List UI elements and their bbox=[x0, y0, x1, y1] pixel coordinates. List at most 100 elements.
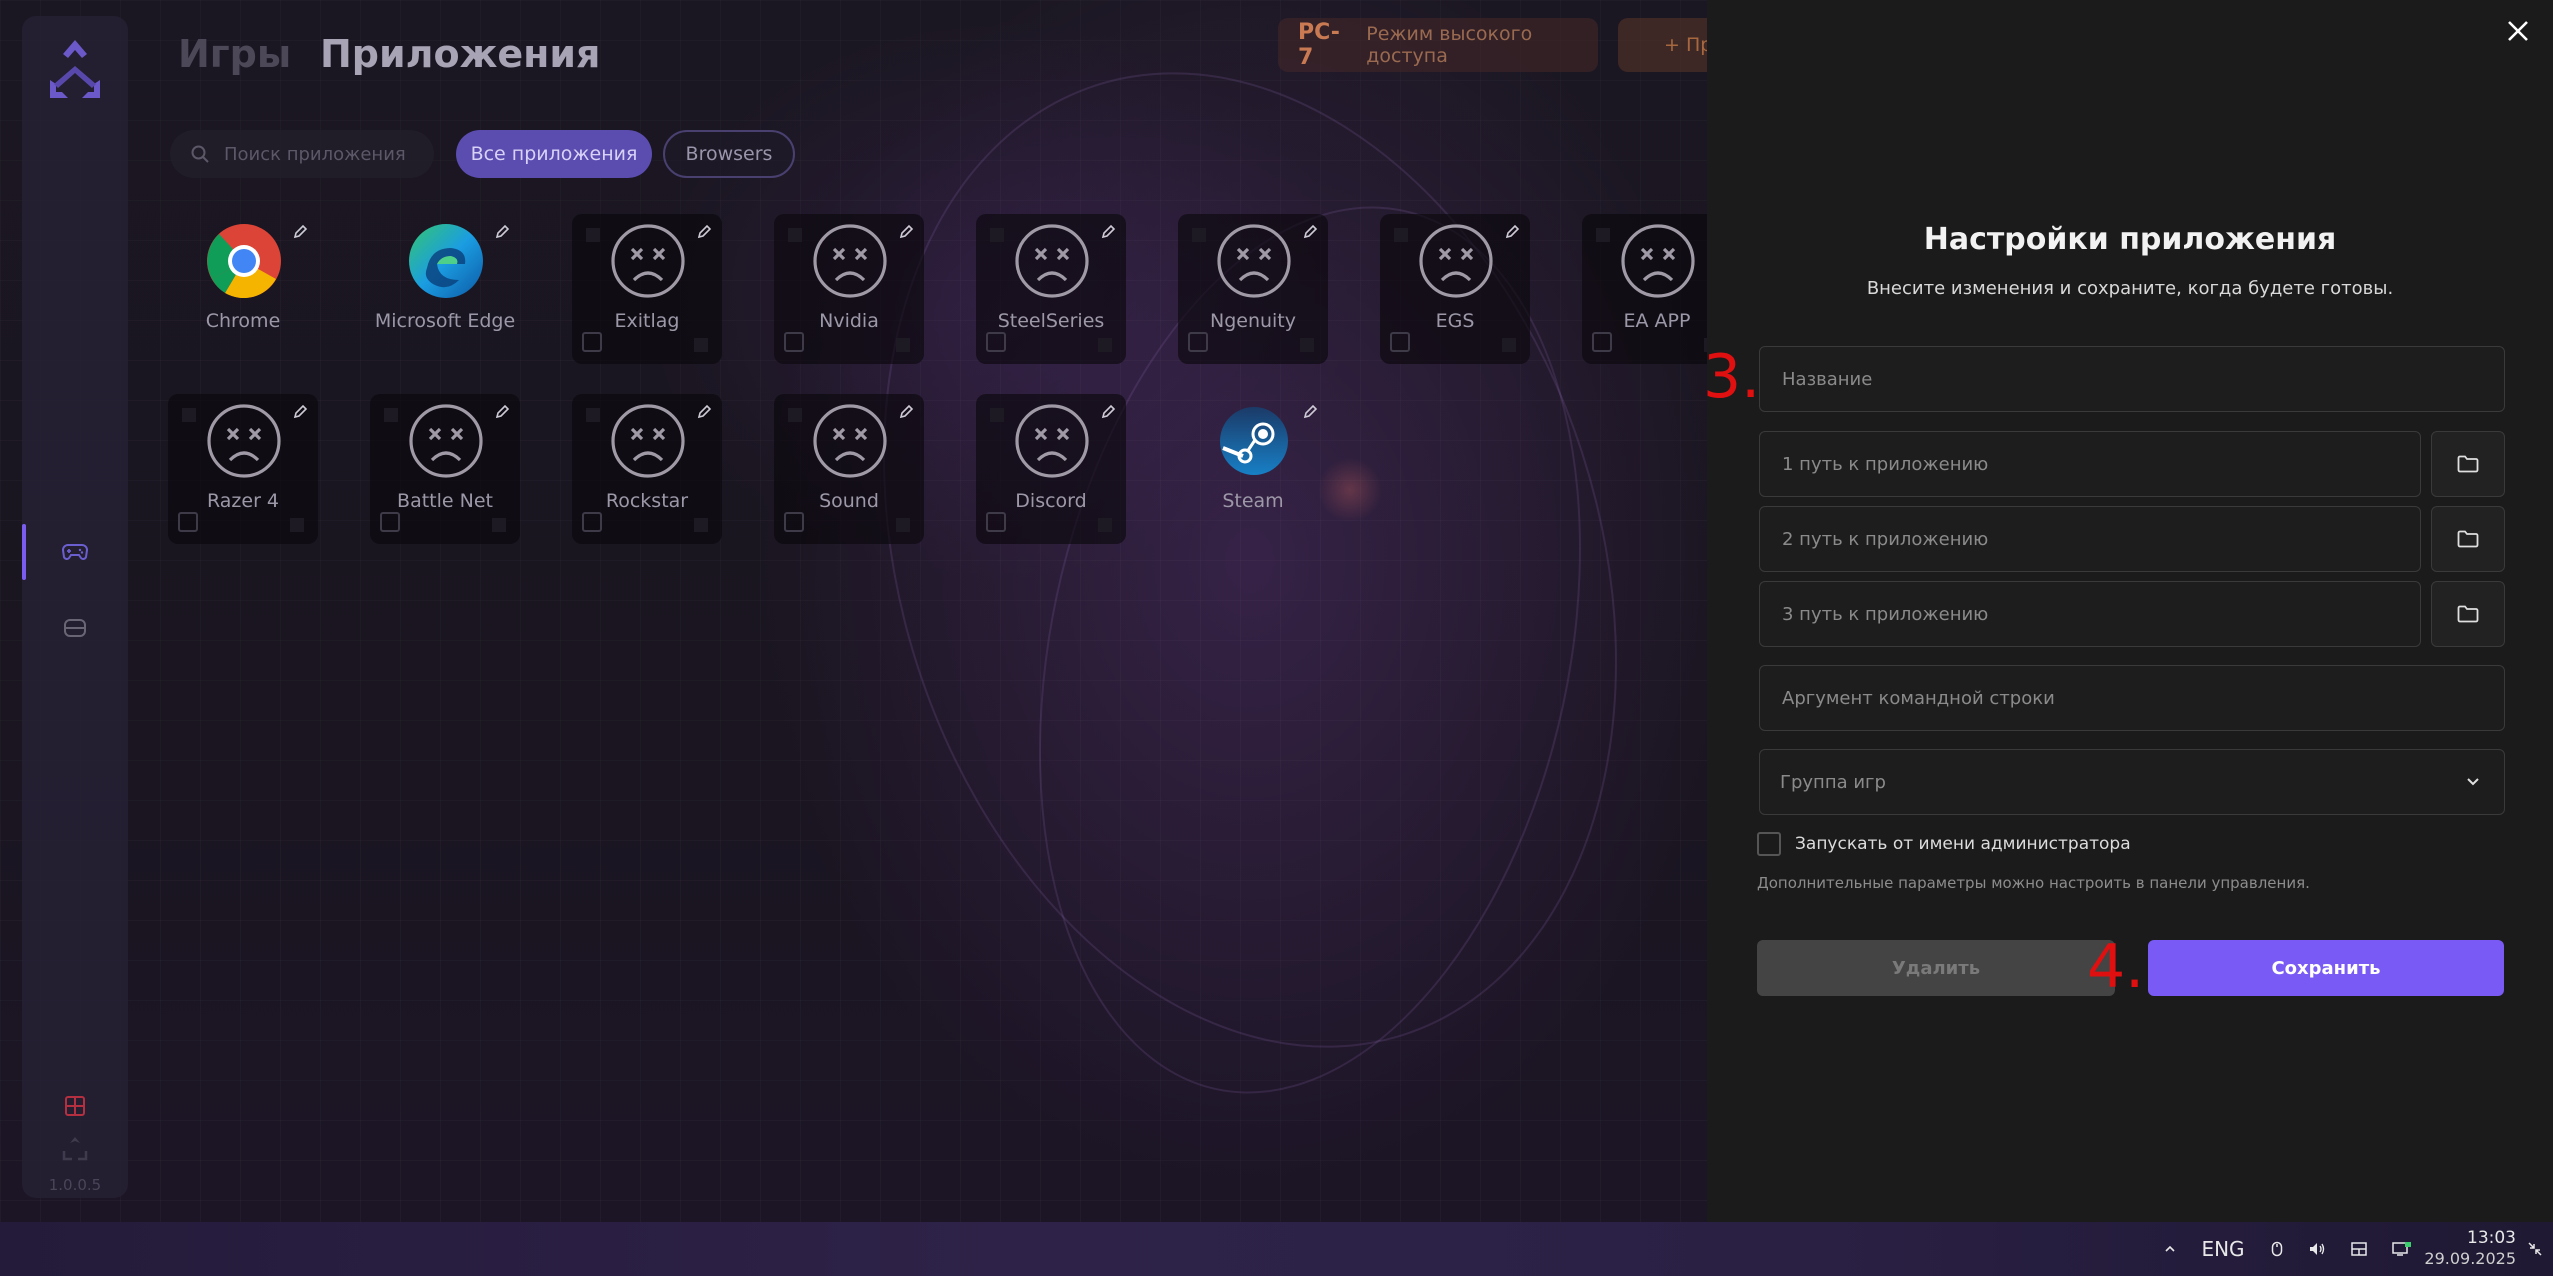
path-2-field[interactable] bbox=[1759, 506, 2421, 572]
add-button[interactable]: + Пр bbox=[1618, 18, 1718, 72]
filter-browsers[interactable]: Browsers bbox=[663, 130, 795, 178]
windows-grid-button[interactable] bbox=[22, 1078, 128, 1134]
app-tile[interactable]: Chrome bbox=[168, 214, 318, 364]
sidebar-item-apps[interactable] bbox=[22, 600, 128, 656]
path-3-field[interactable] bbox=[1759, 581, 2421, 647]
folder-icon bbox=[2457, 455, 2479, 473]
game-group-select[interactable]: Группа игр bbox=[1759, 749, 2505, 815]
filter-all-apps[interactable]: Все приложения bbox=[456, 130, 652, 178]
tile-decoration bbox=[896, 518, 910, 532]
close-button[interactable] bbox=[2503, 16, 2533, 46]
path-1-field[interactable] bbox=[1759, 431, 2421, 497]
volume-button[interactable] bbox=[2304, 1222, 2330, 1276]
args-field[interactable] bbox=[1759, 665, 2505, 731]
tray-app-button[interactable] bbox=[2346, 1222, 2372, 1276]
pencil-icon bbox=[899, 224, 914, 239]
tile-decoration bbox=[694, 338, 708, 352]
edit-app-button[interactable] bbox=[490, 220, 514, 244]
show-hidden-icons-button[interactable] bbox=[2158, 1222, 2182, 1276]
edit-app-button[interactable] bbox=[288, 400, 312, 424]
edit-app-button[interactable] bbox=[894, 220, 918, 244]
search-input[interactable] bbox=[224, 143, 414, 165]
edit-app-button[interactable] bbox=[1096, 220, 1120, 244]
app-tile-label: Steam bbox=[1222, 490, 1284, 512]
browse-path-3-button[interactable] bbox=[2431, 581, 2505, 647]
app-tile[interactable]: Steam bbox=[1178, 394, 1328, 544]
pencil-icon bbox=[1303, 404, 1318, 419]
edit-app-button[interactable] bbox=[1500, 220, 1524, 244]
path-1-input[interactable] bbox=[1760, 432, 2420, 496]
save-button[interactable]: Сохранить bbox=[2148, 940, 2504, 996]
game-group-value: Группа игр bbox=[1780, 771, 1886, 793]
tray-mouse-button[interactable] bbox=[2266, 1222, 2288, 1276]
edit-app-button[interactable] bbox=[1298, 400, 1322, 424]
app-tile[interactable]: Microsoft Edge bbox=[370, 214, 520, 364]
name-field[interactable] bbox=[1759, 346, 2505, 412]
speaker-icon bbox=[2310, 1243, 2325, 1255]
edit-app-button[interactable] bbox=[692, 400, 716, 424]
pencil-icon bbox=[1101, 404, 1116, 419]
panel-subtitle: Внесите изменения и сохраните, когда буд… bbox=[1866, 278, 2394, 299]
tile-select-checkbox[interactable] bbox=[784, 332, 804, 352]
pc-name: PC-7 bbox=[1298, 20, 1340, 70]
pc-status-badge[interactable]: PC-7 Режим высокого доступа bbox=[1278, 18, 1598, 72]
tab-apps[interactable]: Приложения bbox=[320, 32, 600, 76]
tile-select-checkbox[interactable] bbox=[582, 332, 602, 352]
app-version: 1.0.0.5 bbox=[48, 1176, 102, 1194]
path-3-input[interactable] bbox=[1760, 582, 2420, 646]
run-as-admin-row[interactable]: Запускать от имени администратора bbox=[1757, 832, 2131, 856]
tile-select-checkbox[interactable] bbox=[1188, 332, 1208, 352]
search-field[interactable] bbox=[170, 130, 434, 178]
grid-icon bbox=[65, 1096, 85, 1116]
tile-select-checkbox[interactable] bbox=[784, 512, 804, 532]
run-as-admin-checkbox[interactable] bbox=[1757, 832, 1781, 856]
app-tile[interactable]: Sound bbox=[774, 394, 924, 544]
delete-button[interactable]: Удалить bbox=[1757, 940, 2115, 996]
edit-app-button[interactable] bbox=[1298, 220, 1322, 244]
language-indicator[interactable]: ENG bbox=[2196, 1222, 2250, 1276]
sidebar-item-games[interactable] bbox=[22, 524, 128, 580]
app-tile[interactable]: Ngenuity bbox=[1178, 214, 1328, 364]
tile-select-checkbox[interactable] bbox=[1390, 332, 1410, 352]
edit-app-button[interactable] bbox=[692, 220, 716, 244]
small-logo-icon bbox=[62, 1137, 88, 1161]
chrome-icon bbox=[205, 222, 283, 300]
mouse-icon bbox=[2271, 1241, 2283, 1257]
tab-games[interactable]: Игры bbox=[178, 32, 291, 76]
run-as-admin-label: Запускать от имени администратора bbox=[1795, 834, 2131, 854]
edit-app-button[interactable] bbox=[894, 400, 918, 424]
path-2-input[interactable] bbox=[1760, 507, 2420, 571]
tile-select-checkbox[interactable] bbox=[986, 512, 1006, 532]
browse-path-2-button[interactable] bbox=[2431, 506, 2505, 572]
sad-face-icon bbox=[811, 222, 889, 300]
notifications-button[interactable] bbox=[2524, 1222, 2546, 1276]
app-tile[interactable]: Razer 4 bbox=[168, 394, 318, 544]
app-tile[interactable]: Battle Net bbox=[370, 394, 520, 544]
name-input[interactable] bbox=[1760, 347, 2504, 411]
app-tile[interactable]: Exitlag bbox=[572, 214, 722, 364]
edit-app-button[interactable] bbox=[490, 400, 514, 424]
args-input[interactable] bbox=[1760, 666, 2504, 730]
tile-select-checkbox[interactable] bbox=[986, 332, 1006, 352]
edit-app-button[interactable] bbox=[1096, 400, 1120, 424]
app-tile[interactable]: Discord bbox=[976, 394, 1126, 544]
app-tile[interactable]: Rockstar bbox=[572, 394, 722, 544]
pencil-icon bbox=[495, 224, 510, 239]
app-tile[interactable]: SteelSeries bbox=[976, 214, 1126, 364]
tile-select-checkbox[interactable] bbox=[1592, 332, 1612, 352]
tile-decoration bbox=[384, 408, 398, 422]
network-button[interactable] bbox=[2388, 1222, 2416, 1276]
system-clock[interactable]: 13:03 29.09.2025 bbox=[2416, 1228, 2516, 1270]
box-icon bbox=[64, 619, 86, 637]
app-tile[interactable]: EGS bbox=[1380, 214, 1530, 364]
edit-app-button[interactable] bbox=[288, 220, 312, 244]
tile-select-checkbox[interactable] bbox=[178, 512, 198, 532]
browse-path-1-button[interactable] bbox=[2431, 431, 2505, 497]
app-logo-icon[interactable] bbox=[40, 36, 110, 110]
pencil-icon bbox=[293, 404, 308, 419]
tile-select-checkbox[interactable] bbox=[582, 512, 602, 532]
tile-select-checkbox[interactable] bbox=[380, 512, 400, 532]
taskbar: ENG 13:03 29.09.2025 bbox=[0, 1222, 2553, 1276]
pencil-icon bbox=[899, 404, 914, 419]
app-tile[interactable]: Nvidia bbox=[774, 214, 924, 364]
